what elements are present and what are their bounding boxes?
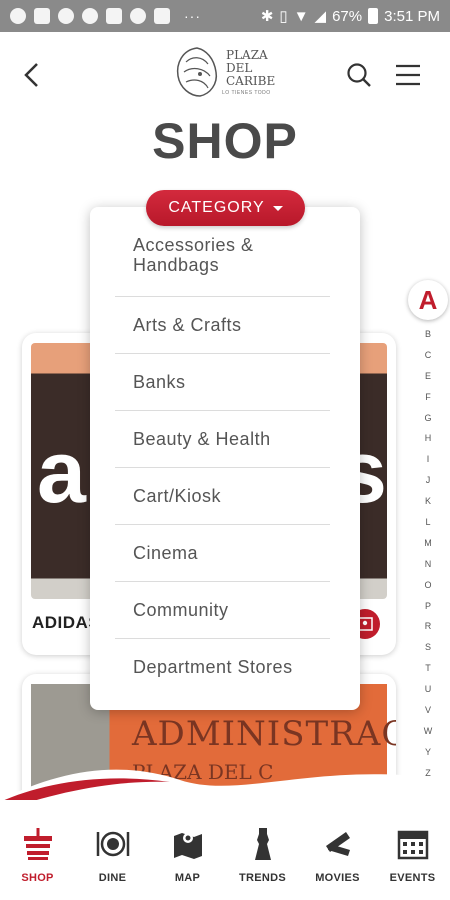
calendar-icon [397, 830, 428, 860]
alphabet-letter[interactable]: H [418, 428, 438, 449]
category-label: CATEGORY [168, 199, 265, 216]
chrome-icon [130, 8, 146, 24]
nav-events[interactable]: EVENTS [378, 826, 448, 900]
back-arrow-icon [24, 63, 38, 87]
alphabet-letter[interactable]: U [418, 679, 438, 700]
signal-icon: ◢ [314, 8, 327, 25]
system-status: ✱ ▯ ▼ ◢ 67% 3:51 PM [260, 7, 440, 26]
alphabet-letter[interactable]: L [418, 512, 438, 533]
plaza-del-caribe-logo[interactable]: PLAZA DEL CARIBE LO TIENES TODO [172, 40, 282, 104]
alphabet-letter[interactable]: G [418, 408, 438, 429]
logo-wordmark: PLAZA DEL CARIBE LO TIENES TODO [222, 47, 276, 96]
back-button[interactable] [18, 60, 48, 90]
nav-movies[interactable]: MOVIES [303, 826, 373, 900]
clapperboard-icon [325, 832, 350, 856]
plate-cutlery-icon [96, 831, 129, 857]
alphabet-letter[interactable]: V [418, 700, 438, 721]
hamburger-menu-icon [396, 64, 420, 86]
notification-icons: ··· [10, 8, 201, 24]
alphabet-letter[interactable]: T [418, 658, 438, 679]
vibrate-icon: ▯ [279, 8, 288, 25]
alphabet-letter[interactable]: W [418, 721, 438, 742]
bluetooth-icon: ✱ [260, 8, 274, 25]
caret-down-icon [272, 205, 283, 211]
shopping-basket-icon [23, 828, 52, 860]
map-icon [173, 833, 202, 859]
nav-map[interactable]: MAP [153, 826, 223, 900]
alphabet-letter[interactable]: J [418, 470, 438, 491]
nav-label: TRENDS [238, 872, 287, 884]
nav-label: SHOP [21, 872, 54, 884]
nav-shop[interactable]: SHOP [3, 826, 73, 900]
battery-percent: 67% [332, 7, 363, 25]
alphabet-letter[interactable]: N [418, 554, 438, 575]
alphabet-letter[interactable]: K [418, 491, 438, 512]
alphabet-letter[interactable]: B [418, 324, 438, 345]
facebook-icon [10, 8, 26, 24]
alphabet-letter[interactable]: O [418, 575, 438, 596]
alphabet-letter[interactable]: I [418, 449, 438, 470]
alphabet-letter[interactable]: E [418, 366, 438, 387]
clock: 3:51 PM [384, 7, 440, 25]
nav-label: EVENTS [389, 872, 436, 884]
battery-icon [368, 8, 379, 24]
category-option[interactable]: Arts & Crafts [115, 297, 330, 354]
store-image-text: ADMINISTRACION [132, 714, 396, 754]
store-image-text: a [37, 422, 86, 521]
nav-dine[interactable]: DINE [78, 826, 148, 900]
dress-icon [254, 828, 271, 860]
alphabet-current-letter[interactable]: A [408, 280, 448, 320]
alphabet-letter[interactable]: F [418, 387, 438, 408]
status-bar: ··· ✱ ▯ ▼ ◢ 67% 3:51 PM [0, 0, 450, 32]
calendar-notification-icon [106, 8, 122, 24]
menu-button[interactable] [394, 62, 422, 88]
category-option[interactable]: Cart/Kiosk [115, 468, 330, 525]
nav-trends[interactable]: TRENDS [228, 826, 298, 900]
lion-logo-icon [176, 47, 218, 97]
linkedin-icon [154, 8, 170, 24]
notification-icon [58, 8, 74, 24]
alphabet-letter[interactable]: M [418, 533, 438, 554]
alphabet-letter[interactable]: R [418, 616, 438, 637]
search-icon [347, 63, 371, 87]
nav-label: DINE [98, 872, 127, 884]
alphabet-index[interactable]: B C E F G H I J K L M N O P R S T U V W … [418, 324, 438, 784]
category-option[interactable]: Cinema [115, 525, 330, 582]
category-option[interactable]: Beauty & Health [115, 411, 330, 468]
more-notifications: ··· [184, 8, 201, 24]
category-option[interactable]: Department Stores [115, 639, 330, 696]
alphabet-letter[interactable]: C [418, 345, 438, 366]
page-title: SHOP [152, 113, 298, 169]
category-option[interactable]: Accessories & Handbags [115, 235, 330, 297]
category-option[interactable]: Banks [115, 354, 330, 411]
bottom-navigation: SHOP DINE MAP TRENDS MOVIES EVENTS [0, 800, 450, 900]
message-icon [34, 8, 50, 24]
app-header: PLAZA DEL CARIBE LO TIENES TODO [0, 32, 450, 116]
alphabet-letter[interactable]: P [418, 596, 438, 617]
category-option[interactable]: Community [115, 582, 330, 639]
nav-label: MOVIES [315, 872, 360, 884]
category-dropdown-button[interactable]: CATEGORY [146, 190, 305, 226]
search-button[interactable] [346, 62, 372, 88]
nav-label: MAP [174, 872, 201, 884]
category-dropdown-menu: Accessories & Handbags Arts & Crafts Ban… [90, 207, 360, 710]
alphabet-letter[interactable]: S [418, 637, 438, 658]
wifi-icon: ▼ [293, 7, 309, 25]
app-icon [82, 8, 98, 24]
